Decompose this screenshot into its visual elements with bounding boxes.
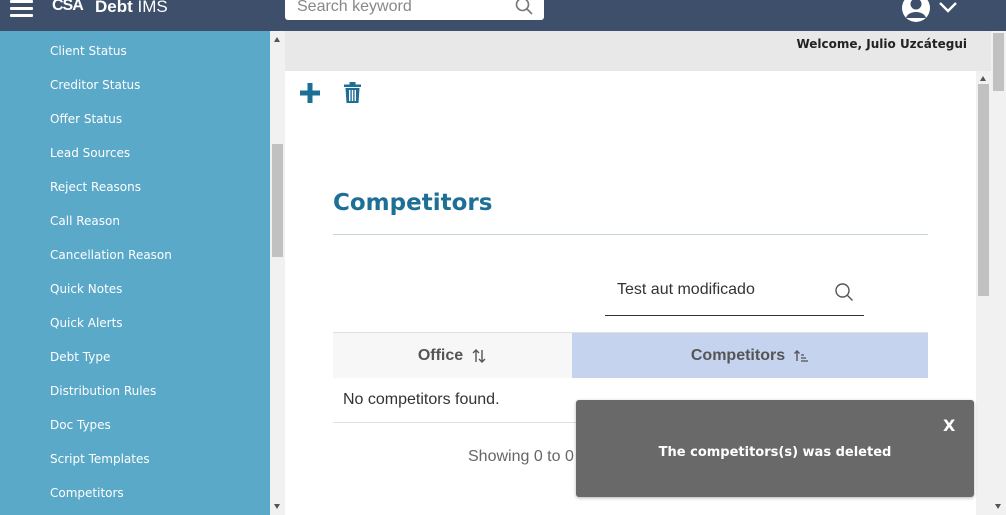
page-title: Competitors [333, 190, 493, 216]
column-header-competitors[interactable]: Competitors [572, 333, 928, 378]
global-search [285, 0, 544, 20]
sort-ascending-icon [794, 349, 809, 362]
sidebar-scrollbar[interactable] [270, 31, 285, 515]
scroll-down-arrow-icon[interactable] [995, 504, 1001, 509]
menu-icon[interactable] [10, 0, 33, 17]
plus-icon[interactable] [299, 82, 321, 104]
app-title-rest: IMS [132, 0, 168, 16]
trash-icon[interactable] [344, 82, 361, 104]
sidebar-item-call-reason[interactable]: Call Reason [50, 211, 120, 231]
column-header-office[interactable]: Office [333, 333, 572, 378]
scroll-down-arrow-icon[interactable] [274, 504, 280, 509]
filter-input[interactable] [617, 279, 827, 301]
search-icon[interactable] [834, 282, 854, 302]
scrollbar-thumb[interactable] [272, 144, 283, 257]
title-divider [333, 234, 928, 235]
column-header-label: Office [417, 347, 464, 364]
table-filter [605, 275, 864, 316]
sidebar: Client Status Creditor Status Offer Stat… [0, 31, 270, 515]
page-scrollbar[interactable] [991, 31, 1006, 515]
sidebar-item-reject-reasons[interactable]: Reject Reasons [50, 177, 141, 197]
chevron-down-icon[interactable] [938, 0, 958, 14]
app-title-bold: Debt [95, 0, 133, 16]
content-scrollbar[interactable] [976, 71, 991, 515]
app-title: Debt IMS [95, 0, 168, 17]
sidebar-item-cancellation-reason[interactable]: Cancellation Reason [50, 245, 172, 265]
scroll-up-arrow-icon[interactable] [274, 37, 280, 42]
scrollbar-thumb[interactable] [978, 84, 989, 296]
welcome-message: Welcome, Julio Uzcátegui [796, 37, 967, 51]
scrollbar-thumb[interactable] [993, 33, 1004, 91]
sidebar-item-script-templates[interactable]: Script Templates [50, 449, 150, 469]
column-header-label: Competitors [690, 347, 786, 364]
scroll-up-arrow-icon[interactable] [980, 76, 986, 81]
search-icon[interactable] [514, 0, 534, 16]
sidebar-item-distribution-rules[interactable]: Distribution Rules [50, 381, 156, 401]
top-navbar: CSA Debt IMS [0, 0, 1006, 31]
sidebar-item-quick-alerts[interactable]: Quick Alerts [50, 313, 123, 333]
app-logo: CSA [52, 0, 84, 14]
welcome-bar: Welcome, Julio Uzcátegui [285, 31, 991, 71]
sidebar-item-offer-status[interactable]: Offer Status [50, 109, 122, 129]
sidebar-item-competitors[interactable]: Competitors [50, 483, 124, 503]
user-avatar-icon[interactable] [900, 0, 932, 22]
table-header: Office Competitors [333, 332, 928, 378]
paging-info: Showing 0 to 0 [468, 448, 574, 465]
toast-close-button[interactable]: X [943, 416, 955, 435]
search-input[interactable] [297, 0, 502, 17]
sort-icon [472, 348, 486, 363]
toast-message: The competitors(s) was deleted [658, 445, 892, 460]
toast-notification: X The competitors(s) was deleted [576, 400, 974, 497]
sidebar-item-client-status[interactable]: Client Status [50, 41, 127, 61]
sidebar-item-creditor-status[interactable]: Creditor Status [50, 75, 140, 95]
sidebar-item-lead-sources[interactable]: Lead Sources [50, 143, 130, 163]
empty-message: No competitors found. [343, 391, 500, 408]
sidebar-item-debt-type[interactable]: Debt Type [50, 347, 110, 367]
sidebar-item-doc-types[interactable]: Doc Types [50, 415, 111, 435]
sidebar-item-quick-notes[interactable]: Quick Notes [50, 279, 122, 299]
